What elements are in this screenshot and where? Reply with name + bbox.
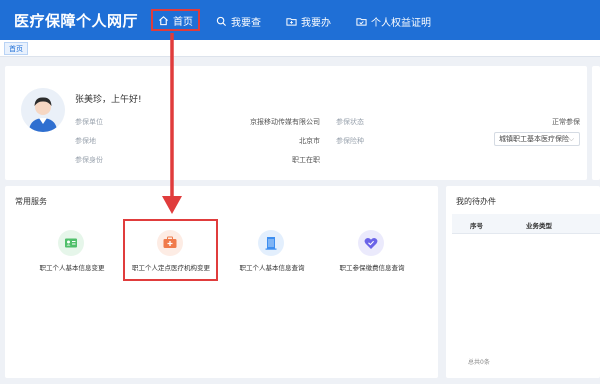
field-label-employer: 参保单位 [75, 118, 103, 126]
field-label-location: 参保地 [75, 137, 96, 145]
services-title: 常用服务 [15, 197, 47, 206]
greeting-text: 张美珍，上午好! [75, 95, 142, 105]
field-value-employer: 京报移动传媒有限公司 [250, 118, 320, 126]
building-icon [265, 237, 277, 250]
service-payment-info-query[interactable]: 职工参保缴费信息查询 [322, 220, 422, 280]
chevron-down-icon: ⌵ [568, 135, 574, 143]
todo-total-count: 总共0条 [468, 359, 490, 366]
tab-bar: 首页 [0, 40, 600, 57]
service-icon-bg [258, 230, 284, 256]
nav-home-label: 首页 [173, 16, 193, 28]
nav-handle[interactable]: 我要办 [286, 12, 331, 30]
common-services-card: 常用服务 [5, 186, 438, 378]
side-panel-edge [592, 66, 600, 180]
nav-certificate-label: 个人权益证明 [371, 17, 431, 29]
todo-col-type: 业务类型 [526, 222, 552, 230]
todo-card: 我的待办件 序号 业务类型 总共0条 [446, 186, 600, 378]
id-card-icon [65, 238, 77, 248]
insurance-type-value: 城镇职工基本医疗保险 [499, 135, 569, 143]
user-avatar-icon [21, 88, 65, 132]
top-navigation-bar: 医疗保障个人网厅 首页 我要查 我要办 个人权益证明 [0, 0, 600, 40]
field-label-insurance-type: 参保险种 [336, 137, 364, 145]
service-label: 职工参保缴费信息查询 [339, 264, 405, 272]
nav-handle-label: 我要办 [301, 17, 331, 29]
nav-query[interactable]: 我要查 [216, 12, 261, 30]
field-value-status: 正常参保 [552, 118, 580, 126]
service-label: 职工个人基本信息查询 [239, 264, 305, 272]
field-label-status: 参保状态 [336, 118, 364, 126]
service-icon-bg [58, 230, 84, 256]
insurance-type-select[interactable]: 城镇职工基本医疗保险 ⌵ [494, 132, 580, 146]
tab-home[interactable]: 首页 [4, 42, 28, 55]
nav-home[interactable]: 首页 [151, 9, 200, 31]
folder-icon [286, 17, 297, 26]
todo-title: 我的待办件 [456, 197, 496, 206]
field-value-identity: 职工在职 [292, 156, 320, 164]
todo-col-index: 序号 [470, 222, 483, 230]
field-value-location: 北京市 [299, 137, 320, 145]
heart-check-icon [364, 237, 378, 249]
search-icon [216, 16, 227, 26]
avatar [21, 88, 65, 132]
field-label-identity: 参保身份 [75, 156, 103, 164]
service-label: 职工个人基本信息变更 [39, 264, 105, 272]
document-folder-icon [356, 17, 367, 26]
nav-query-label: 我要查 [231, 17, 261, 29]
nav-certificate[interactable]: 个人权益证明 [356, 12, 431, 30]
home-icon [159, 15, 168, 25]
todo-table-header: 序号 业务类型 [452, 214, 600, 234]
service-icon-bg [358, 230, 384, 256]
highlight-box-annotation [123, 219, 218, 281]
site-title: 医疗保障个人网厅 [14, 12, 139, 30]
service-personal-info-change[interactable]: 职工个人基本信息变更 [22, 220, 122, 280]
service-personal-info-query[interactable]: 职工个人基本信息查询 [222, 220, 322, 280]
